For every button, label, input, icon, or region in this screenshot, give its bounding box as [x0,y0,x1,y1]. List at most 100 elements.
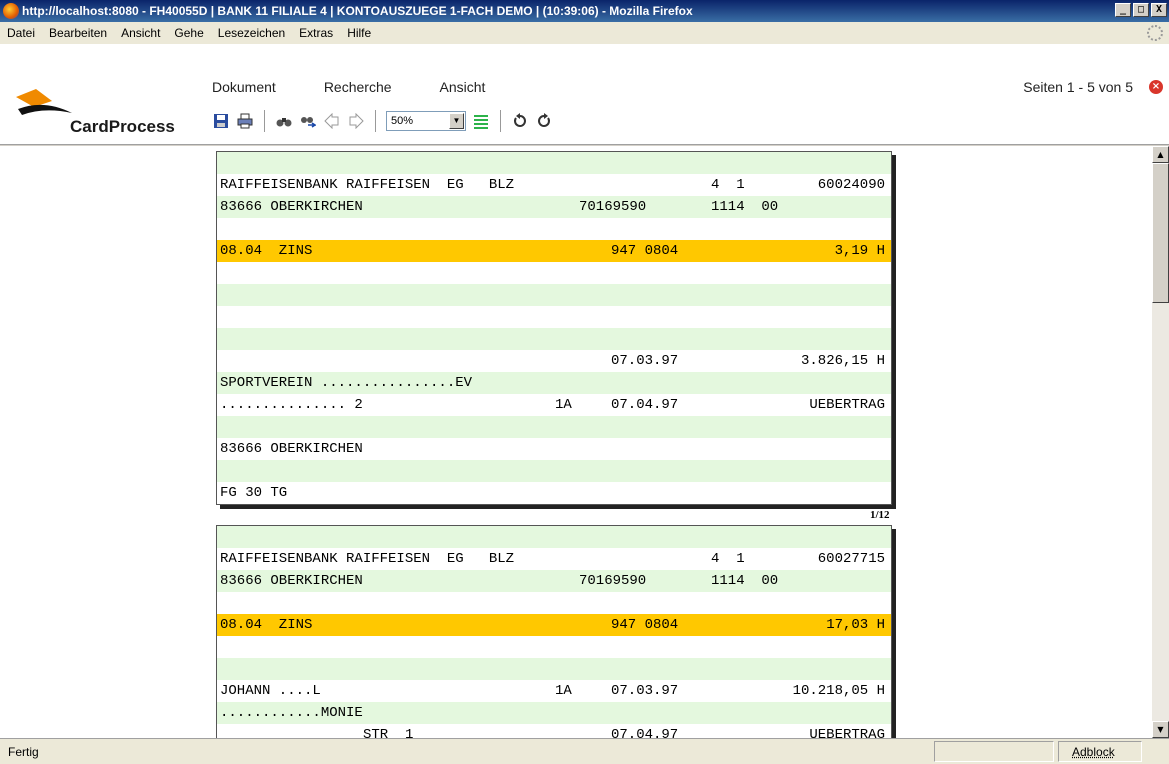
cardprocess-logo [16,89,72,115]
zoom-value: 50% [391,115,414,127]
document-viewer[interactable]: RAIFFEISENBANK RAIFFEISEN EG BLZ 4 1 60024… [0,146,1152,738]
menu-hilfe[interactable]: Hilfe [340,26,378,40]
status-pane [934,741,1054,762]
statement-cell: 60024090 [817,177,885,193]
statement-cell: RAIFFEISENBANK RAIFFEISEN EG BLZ [220,551,515,567]
scroll-down-button[interactable]: ▼ [1152,721,1169,738]
minimize-button[interactable]: _ [1115,3,1131,17]
menu-extras[interactable]: Extras [292,26,340,40]
browser-menu-bar: Datei Bearbeiten Ansicht Gehe Lesezeiche… [0,22,1169,44]
statement-cell: 08.04 ZINS [220,617,313,633]
statement-page-1: RAIFFEISENBANK RAIFFEISEN EG BLZ 4 1 60024… [216,151,892,505]
statement-cell: 3,19 H [834,243,885,259]
print-icon[interactable] [236,112,254,130]
app-header: CardProcess Dokument Recherche Ansicht S… [0,44,1169,145]
close-app-icon[interactable]: × [1149,80,1163,94]
statement-row [217,592,891,614]
app-menu-dokument[interactable]: Dokument [212,79,276,95]
statement-cell: UEBERTRAG [809,397,885,413]
app-menu-recherche[interactable]: Recherche [324,79,392,95]
statement-cell: STR 1 [363,727,414,738]
app-menu-ansicht[interactable]: Ansicht [440,79,486,95]
statement-row [217,152,891,174]
statement-row: SPORTVEREIN ................EV [217,372,891,394]
close-button[interactable]: X [1151,3,1167,17]
menu-ansicht[interactable]: Ansicht [114,26,167,40]
next-page-icon[interactable] [347,112,365,130]
statement-cell: RAIFFEISENBANK RAIFFEISEN EG BLZ [220,177,515,193]
window-title-bar[interactable]: http://localhost:8080 - FH40055D | BANK … [0,0,1169,22]
highlighted-row: 08.04 ZINS 947 0804 3,19 H [217,240,891,262]
statement-row: 83666 OBERKIRCHEN [217,438,891,460]
window-title: http://localhost:8080 - FH40055D | BANK … [22,4,693,18]
statement-cell: ............MONIE [220,705,363,721]
statement-row [217,306,891,328]
zoom-select[interactable]: 50% ▼ [386,111,466,131]
prev-page-icon[interactable] [323,112,341,130]
statement-cell: 1114 00 [711,199,779,215]
toolbar-separator [375,110,376,132]
statement-cell: 70169590 [579,199,647,215]
statement-row [217,328,891,350]
statement-cell: 70169590 [579,573,647,589]
statement-row [217,636,891,658]
page-label: 1/12 [870,509,890,521]
statement-row: ............... 2 1A 07.04.97 UEBERTRAG [217,394,891,416]
statement-row [217,658,891,680]
find-icon[interactable] [275,112,293,130]
toolbar-separator [500,110,501,132]
statement-cell: JOHANN ....L [220,683,321,699]
adblock-button[interactable]: Adblock [1072,745,1115,759]
toolbar-separator [264,110,265,132]
statement-cell: 1114 00 [711,573,779,589]
statement-row: 07.03.97 3.826,15 H [217,350,891,372]
statement-cell: 947 0804 [611,243,679,259]
statement-row [217,218,891,240]
statement-cell: 07.03.97 [611,683,679,699]
statement-row [217,460,891,482]
menu-bearbeiten[interactable]: Bearbeiten [42,26,114,40]
statement-cell: 08.04 ZINS [220,243,313,259]
statement-page-2: RAIFFEISENBANK RAIFFEISEN EG BLZ 4 1 60027… [216,525,892,738]
statement-cell: 83666 OBERKIRCHEN [220,199,363,215]
statement-cell: 07.04.97 [611,397,679,413]
scroll-thumb[interactable] [1152,163,1169,303]
statement-row: FG 30 TG [217,482,891,504]
rotate-left-icon[interactable] [511,112,529,130]
statement-cell: 1A [555,397,572,413]
save-icon[interactable] [212,112,230,130]
status-text: Fertig [8,745,39,759]
menu-gehe[interactable]: Gehe [167,26,210,40]
rotate-right-icon[interactable] [535,112,553,130]
statement-row: STR 1 07.04.97 UEBERTRAG [217,724,891,738]
menu-datei[interactable]: Datei [0,26,42,40]
statement-row [217,284,891,306]
menu-lesezeichen[interactable]: Lesezeichen [211,26,292,40]
statement-cell: 07.04.97 [611,727,679,738]
statement-cell: 17,03 H [826,617,885,633]
find-next-icon[interactable] [299,112,317,130]
statement-row: 83666 OBERKIRCHEN 70169590 1114 00 [217,570,891,592]
throbber-icon [1147,25,1163,41]
statement-cell: 3.826,15 H [800,353,885,369]
maximize-button[interactable]: □ [1133,3,1149,17]
scroll-up-button[interactable]: ▲ [1152,146,1169,163]
statement-cell: 947 0804 [611,617,679,633]
statement-row: RAIFFEISENBANK RAIFFEISEN EG BLZ 4 1 60027… [217,548,891,570]
statement-cell: UEBERTRAG [809,727,885,738]
statement-row [217,262,891,284]
brand-name: CardProcess [70,117,175,136]
statement-cell: 07.03.97 [611,353,679,369]
statement-row [217,526,891,548]
statement-row: ............MONIE [217,702,891,724]
statement-cell: 4 1 [711,551,745,567]
highlighted-row: 08.04 ZINS 947 0804 17,03 H [217,614,891,636]
vertical-scrollbar[interactable]: ▲ ▼ [1152,146,1169,738]
fit-icon[interactable] [472,112,490,130]
statement-cell: FG 30 TG [220,485,288,501]
statement-cell: 4 1 [711,177,745,193]
firefox-icon [3,3,19,19]
statement-row: RAIFFEISENBANK RAIFFEISEN EG BLZ 4 1 60024… [217,174,891,196]
status-bar: Fertig Adblock [0,738,1169,764]
chevron-down-icon[interactable]: ▼ [449,113,464,129]
